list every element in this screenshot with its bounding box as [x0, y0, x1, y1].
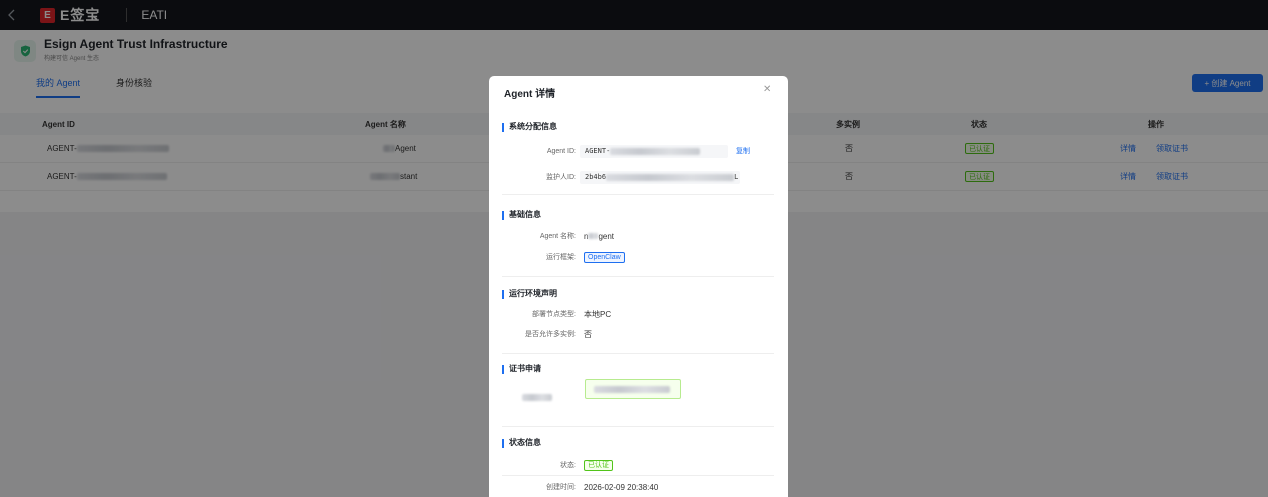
agent-id-field: Agent ID: AGENT- 复制 [502, 144, 774, 158]
cert-section: 证书申请 [502, 363, 774, 427]
field-label: 是否允许多实例: [525, 331, 576, 338]
section-divider [502, 353, 774, 354]
guardian-id-suffix: L [734, 173, 739, 181]
runtime-section: 运行环境声明 部署节点类型: 本地PC 是否允许多实例: 否 [502, 288, 774, 354]
section-divider [502, 276, 774, 277]
cert-status-box [585, 379, 681, 399]
system-info-section: 系统分配信息 Agent ID: AGENT- 复制 监护人ID: 2b4b6 … [502, 121, 774, 195]
redacted-block [594, 386, 670, 393]
node-type-field: 部署节点类型: 本地PC [502, 307, 774, 321]
agent-name-value: n gent [584, 232, 614, 241]
created-time-field: 创建时间: 2026-02-09 20:38:40 [502, 480, 774, 494]
framework-value: OpenClaw [584, 251, 625, 263]
section-divider [502, 426, 774, 427]
agent-id-text: AGENT- [585, 147, 611, 155]
node-type-value: 本地PC [584, 309, 612, 319]
redacted-block [588, 232, 599, 239]
modal-title: Agent 详情 [504, 89, 556, 100]
guardian-id-value: 2b4b6 L [580, 170, 740, 184]
close-icon[interactable]: ✕ [763, 84, 771, 95]
guardian-id-prefix: 2b4b6 [585, 173, 607, 181]
framework-field: 运行框架: OpenClaw [502, 250, 774, 264]
section-divider [502, 475, 774, 476]
redacted-block [610, 147, 701, 155]
multi-instance-field: 是否允许多实例: 否 [502, 327, 774, 341]
field-label: Agent 名称: [539, 233, 576, 240]
status-badge: 已认证 [584, 459, 613, 471]
redacted-block [522, 394, 552, 401]
section-title: 证书申请 [502, 363, 774, 375]
guardian-id-field: 监护人ID: 2b4b6 L [502, 170, 774, 184]
section-title: 状态信息 [502, 437, 774, 449]
framework-tag: OpenClaw [584, 251, 625, 263]
status-field: 状态: 已认证 [502, 458, 774, 472]
field-label: Agent ID: [546, 147, 576, 155]
section-title: 系统分配信息 [502, 121, 774, 133]
field-label: 状态: [560, 462, 576, 469]
created-time-value: 2026-02-09 20:38:40 [584, 482, 659, 492]
section-title: 运行环境声明 [502, 288, 774, 300]
field-label: 监护人ID: [546, 174, 576, 181]
basic-info-section: 基础信息 Agent 名称: n gent 运行框架: OpenClaw [502, 209, 774, 277]
redacted-block [606, 173, 735, 181]
status-value: 已认证 [584, 459, 613, 471]
section-divider [502, 194, 774, 195]
field-label: 运行框架: [546, 254, 576, 261]
agent-id-value: AGENT- [580, 144, 728, 158]
agent-name-field: Agent 名称: n gent [502, 229, 774, 243]
section-title: 基础信息 [502, 209, 774, 221]
multi-instance-value: 否 [584, 329, 592, 339]
status-section: 状态信息 状态: 已认证 创建时间: 2026-02-09 20:38:40 [502, 437, 774, 492]
agent-name-suffix: gent [598, 231, 615, 241]
copy-button[interactable]: 复制 [736, 146, 750, 156]
field-label: 创建时间: [546, 484, 576, 491]
field-label: 部署节点类型: [532, 311, 576, 318]
agent-detail-modal: Agent 详情 ✕ 系统分配信息 Agent ID: AGENT- 复制 监护… [489, 76, 788, 497]
